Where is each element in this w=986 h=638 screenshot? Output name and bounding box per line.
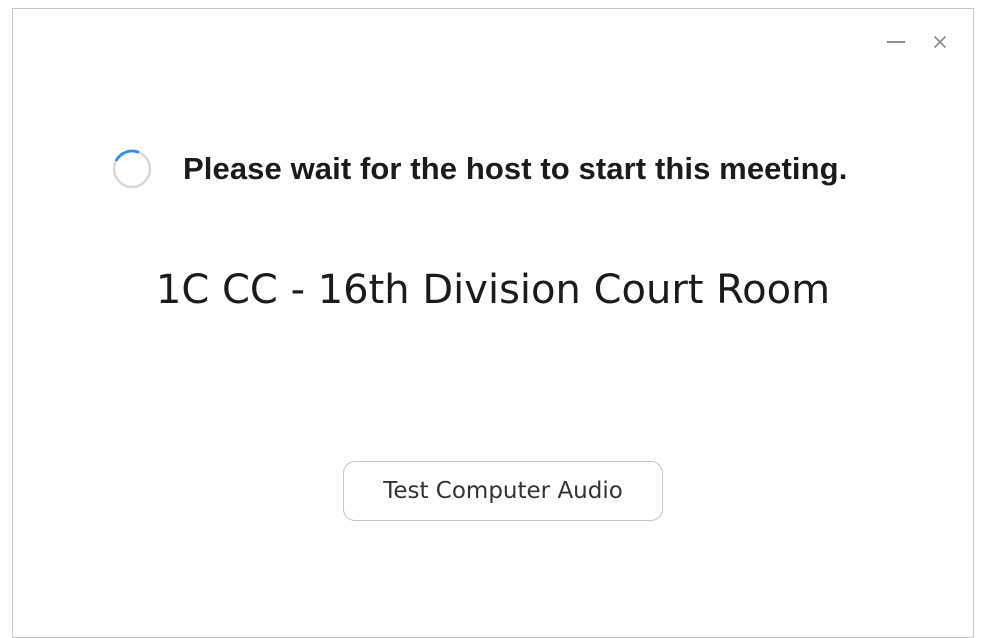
minimize-button[interactable]	[881, 27, 911, 57]
meeting-title: 1C CC - 16th Division Court Room	[155, 267, 831, 313]
waiting-message: Please wait for the host to start this m…	[183, 151, 848, 186]
test-computer-audio-button[interactable]: Test Computer Audio	[343, 461, 663, 521]
close-button[interactable]	[925, 27, 955, 57]
minimize-icon	[887, 41, 905, 43]
window-controls	[853, 9, 973, 69]
loading-spinner-icon	[112, 149, 152, 189]
close-icon	[934, 36, 946, 48]
waiting-status: Please wait for the host to start this m…	[111, 141, 847, 197]
waiting-room-window: Please wait for the host to start this m…	[12, 8, 974, 638]
